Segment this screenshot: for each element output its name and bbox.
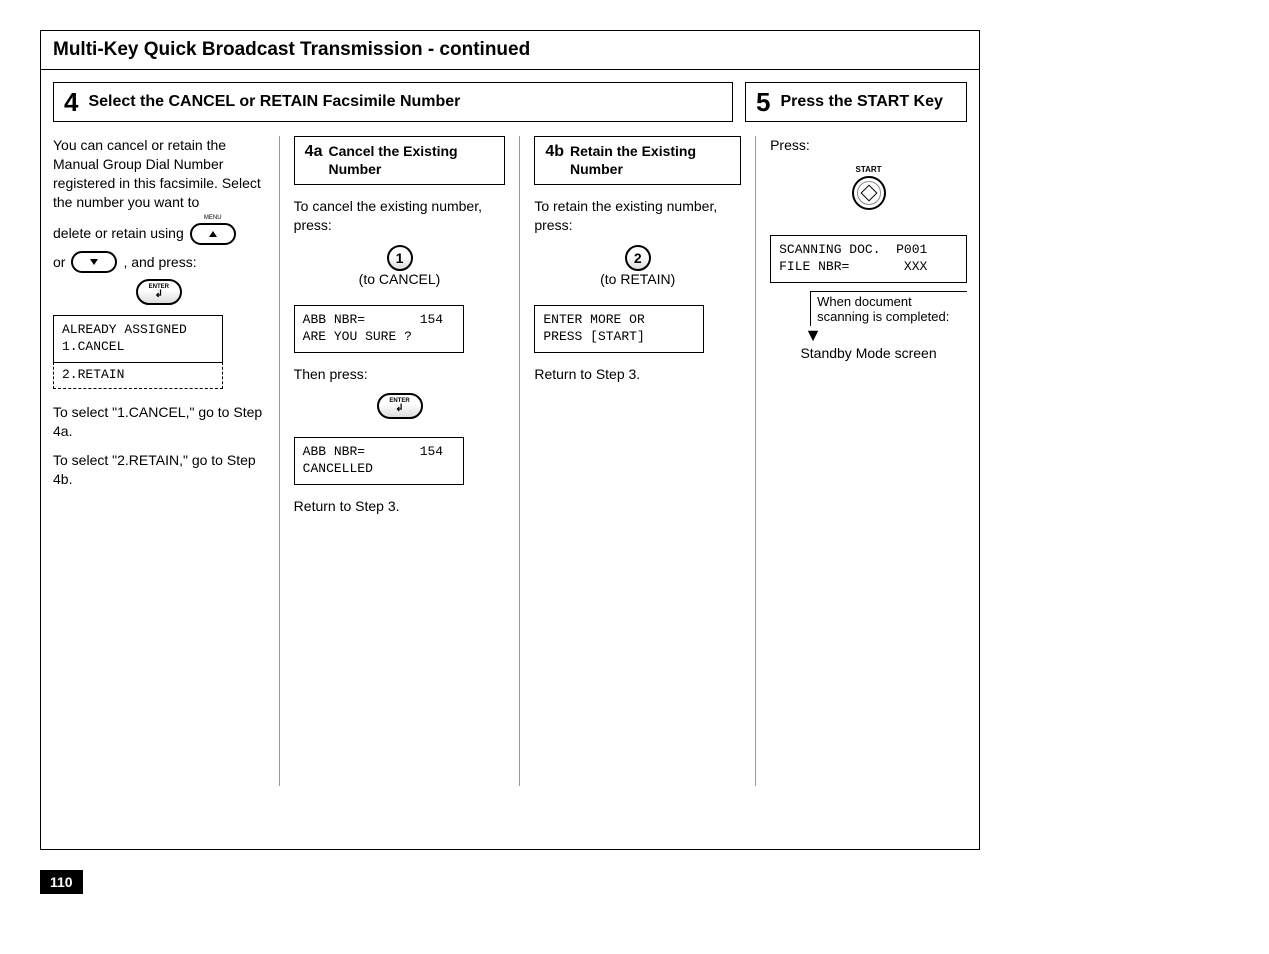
- 4b-text-1: To retain the existing number, press:: [534, 197, 741, 235]
- intro-text-2a: delete or retain using: [53, 222, 184, 244]
- column-4b: 4b Retain the Existing Number To retain …: [534, 136, 756, 786]
- enter-arrow-icon: ↲: [155, 290, 163, 300]
- section-title: Multi-Key Quick Broadcast Transmission -…: [53, 39, 530, 60]
- column-5: Press: START SCANNING DOC. P001 FILE NBR…: [770, 136, 967, 786]
- display-scroll-box: ALREADY ASSIGNED 1.CANCEL 2.RETAIN: [53, 315, 265, 389]
- nav-row-2: or , and press:: [53, 251, 265, 273]
- 4a-display-2: ABB NBR= 154 CANCELLED: [294, 437, 464, 485]
- step-4-header: 4 Select the CANCEL or RETAIN Facsimile …: [53, 82, 733, 122]
- sub-title-4a: Cancel the Existing Number: [328, 143, 494, 178]
- enter-arrow-icon-4a: ↲: [395, 404, 403, 414]
- start-button-block: START: [770, 165, 967, 213]
- display-bottom: 2.RETAIN: [53, 362, 223, 389]
- enter-key: ENTER ↲: [136, 279, 182, 305]
- scan-note: When document scanning is completed:: [810, 291, 967, 326]
- 4a-text-1: To cancel the existing number, press:: [294, 197, 506, 235]
- key-1: 1: [387, 245, 413, 271]
- page-number: 110: [40, 870, 83, 894]
- intro-text-1: You can cancel or retain the Manual Grou…: [53, 136, 265, 212]
- step-5-number: 5: [756, 89, 770, 115]
- column-4a: 4a Cancel the Existing Number To cancel …: [294, 136, 521, 786]
- sub-num-4b: 4b: [545, 143, 564, 161]
- enter-key-block: ENTER ↲: [53, 279, 265, 305]
- down-arrow-icon: [89, 258, 99, 266]
- sub-header-4a: 4a Cancel the Existing Number: [294, 136, 506, 185]
- 4a-display-1: ABB NBR= 154 ARE YOU SURE ?: [294, 305, 464, 353]
- 5-display: SCANNING DOC. P001 FILE NBR= XXX: [770, 235, 967, 283]
- start-key-icon: [852, 176, 886, 210]
- step-4-title: Select the CANCEL or RETAIN Facsimile Nu…: [88, 93, 460, 111]
- 4b-display-1: ENTER MORE OR PRESS [START]: [534, 305, 704, 353]
- key-2: 2: [625, 245, 651, 271]
- sub-header-4b: 4b Retain the Existing Number: [534, 136, 741, 185]
- nav-up-key-wrap: MENU: [190, 222, 236, 245]
- key-1-label: (to CANCEL): [294, 271, 506, 287]
- step-5-header: 5 Press the START Key: [745, 82, 967, 122]
- page-frame: Multi-Key Quick Broadcast Transmission -…: [40, 30, 980, 850]
- content-columns: You can cancel or retain the Manual Grou…: [41, 122, 979, 786]
- nav-row-1: delete or retain using MENU: [53, 222, 265, 245]
- 5-text-1: Press:: [770, 136, 967, 155]
- 5-text-2: Standby Mode screen: [770, 344, 967, 363]
- sub-num-4a: 4a: [305, 143, 323, 161]
- step-5-title: Press the START Key: [780, 93, 942, 111]
- start-label: START: [770, 165, 967, 174]
- column-intro: You can cancel or retain the Manual Grou…: [53, 136, 280, 786]
- enter-key-block-4a: ENTER ↲: [294, 393, 506, 419]
- section-title-bar: Multi-Key Quick Broadcast Transmission -…: [41, 31, 979, 70]
- sub-title-4b: Retain the Existing Number: [570, 143, 730, 178]
- key-2-block: 2 (to RETAIN): [534, 245, 741, 287]
- enter-key-4a: ENTER ↲: [377, 393, 423, 419]
- nav-up-key: [190, 223, 236, 245]
- 4b-text-2: Return to Step 3.: [534, 365, 741, 384]
- menu-label: MENU: [190, 214, 236, 224]
- intro-text-2b: or: [53, 251, 65, 273]
- down-arrow-icon: ▼: [804, 326, 967, 344]
- intro-text-4: To select "2.RETAIN," go to Step 4b.: [53, 451, 265, 489]
- intro-text-3: To select "1.CANCEL," go to Step 4a.: [53, 403, 265, 441]
- step-4-number: 4: [64, 89, 78, 115]
- intro-text-2c: , and press:: [123, 251, 196, 273]
- key-1-block: 1 (to CANCEL): [294, 245, 506, 287]
- 4a-text-2: Then press:: [294, 365, 506, 384]
- display-top: ALREADY ASSIGNED 1.CANCEL: [53, 315, 223, 363]
- key-2-label: (to RETAIN): [534, 271, 741, 287]
- 4a-text-3: Return to Step 3.: [294, 497, 506, 516]
- step-headers: 4 Select the CANCEL or RETAIN Facsimile …: [41, 70, 979, 122]
- up-arrow-icon: [208, 230, 218, 238]
- nav-down-key: [71, 251, 117, 273]
